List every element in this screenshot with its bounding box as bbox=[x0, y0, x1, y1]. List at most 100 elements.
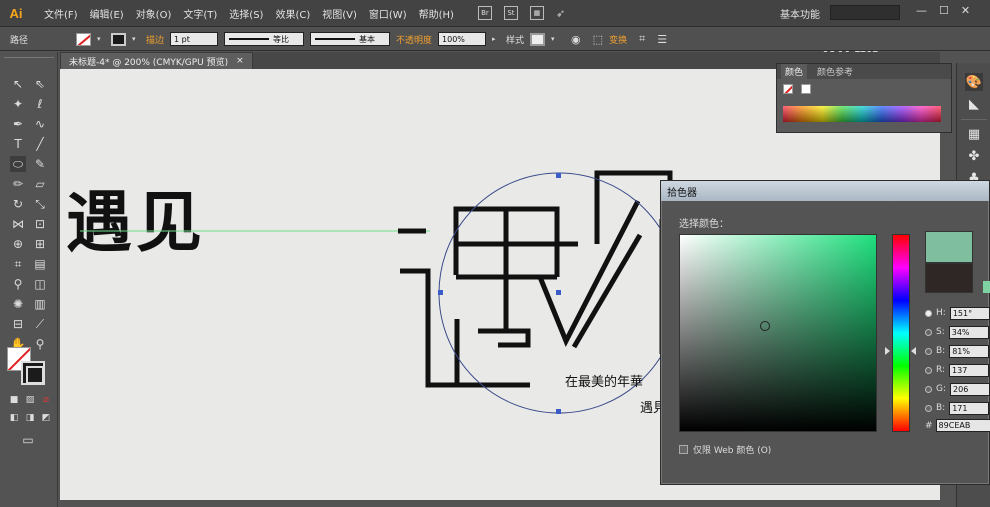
direct-selection-tool-icon[interactable]: ⇖ bbox=[32, 76, 48, 92]
gradient-tool-icon[interactable]: ▤ bbox=[32, 256, 48, 272]
white-swatch[interactable] bbox=[801, 84, 811, 94]
web-only-checkbox[interactable] bbox=[679, 445, 688, 454]
hue-slider-handle-left[interactable] bbox=[885, 347, 890, 355]
ellipse-tool-icon[interactable]: ⬭ bbox=[10, 156, 26, 172]
help-search-input[interactable] bbox=[830, 5, 900, 20]
saturation-input[interactable]: 34% bbox=[948, 325, 989, 339]
graphic-style-swatch[interactable] bbox=[530, 32, 546, 46]
paintbrush-tool-icon[interactable]: ✎ bbox=[32, 156, 48, 172]
brightness-input[interactable]: 81% bbox=[949, 344, 990, 358]
selection-tool-icon[interactable]: ↖ bbox=[10, 76, 26, 92]
close-tab-icon[interactable]: × bbox=[236, 56, 244, 66]
stroke-label[interactable]: 描边 bbox=[146, 33, 164, 46]
stock-icon[interactable]: St bbox=[503, 6, 518, 20]
menu-type[interactable]: 文字(T) bbox=[177, 6, 223, 21]
artwork-subtitle-line1[interactable]: 在最美的年華 bbox=[565, 371, 643, 390]
tab-color-guide[interactable]: 颜色参考 bbox=[817, 65, 853, 78]
type-tool-icon[interactable]: T bbox=[10, 136, 26, 152]
eyedropper-tool-icon[interactable]: ⚲ bbox=[10, 276, 26, 292]
line-tool-icon[interactable]: ╱ bbox=[32, 136, 48, 152]
gradient-mode-icon[interactable]: ▨ bbox=[22, 392, 38, 408]
artboard-tool-icon[interactable]: ⊟ bbox=[10, 316, 26, 332]
pen-tool-icon[interactable]: ✒ bbox=[10, 116, 26, 132]
blue-radio[interactable] bbox=[925, 404, 932, 412]
bridge-icon[interactable]: Br bbox=[477, 6, 492, 20]
blend-tool-icon[interactable]: ◫ bbox=[32, 276, 48, 292]
mesh-tool-icon[interactable]: ⌗ bbox=[10, 256, 26, 272]
menu-edit[interactable]: 编辑(E) bbox=[84, 6, 130, 21]
column-graph-tool-icon[interactable]: ▥ bbox=[32, 296, 48, 312]
opacity-field[interactable]: 100% bbox=[438, 32, 487, 46]
menu-file[interactable]: 文件(F) bbox=[38, 6, 84, 21]
chevron-down-icon[interactable]: ▾ bbox=[97, 33, 105, 46]
red-input[interactable]: 137 bbox=[949, 363, 990, 377]
color-palette-icon[interactable]: 🎨 bbox=[965, 73, 983, 91]
maximize-icon[interactable]: ☐ bbox=[939, 4, 949, 17]
panel-menu-icon[interactable]: ☰ bbox=[657, 33, 667, 46]
green-input[interactable]: 206 bbox=[950, 382, 990, 396]
lasso-tool-icon[interactable]: ℓ bbox=[32, 96, 48, 112]
menu-help[interactable]: 帮助(H) bbox=[413, 6, 460, 21]
recolor-artwork-icon[interactable]: ◉ bbox=[571, 33, 581, 46]
brightness-radio[interactable] bbox=[925, 347, 932, 355]
pencil-tool-icon[interactable]: ✏ bbox=[10, 176, 26, 192]
blue-input[interactable]: 171 bbox=[949, 401, 990, 415]
rotate-tool-icon[interactable]: ↻ bbox=[10, 196, 26, 212]
fill-swatch[interactable] bbox=[76, 32, 91, 46]
green-radio[interactable] bbox=[925, 385, 932, 393]
magic-wand-tool-icon[interactable]: ✦ bbox=[10, 96, 26, 112]
menu-effect[interactable]: 效果(C) bbox=[269, 6, 316, 21]
menu-select[interactable]: 选择(S) bbox=[223, 6, 269, 21]
menu-view[interactable]: 视图(V) bbox=[316, 6, 363, 21]
opacity-label[interactable]: 不透明度 bbox=[396, 33, 432, 46]
draw-behind-icon[interactable]: ◨ bbox=[22, 410, 38, 426]
color-spectrum-bar[interactable] bbox=[783, 106, 941, 122]
isolate-icon[interactable]: ⌗ bbox=[639, 32, 645, 46]
align-icon[interactable]: ⬚ bbox=[593, 33, 603, 46]
swatches-icon[interactable]: ▦ bbox=[965, 125, 983, 143]
color-marker[interactable] bbox=[760, 321, 770, 331]
color-mode-icon[interactable]: ■ bbox=[6, 392, 22, 408]
hue-radio[interactable] bbox=[925, 309, 932, 317]
brush-definition[interactable]: 基本 bbox=[310, 32, 391, 46]
gpu-rocket-icon[interactable]: ➶ bbox=[556, 7, 565, 20]
minimize-icon[interactable]: — bbox=[916, 4, 927, 17]
workspace-switcher[interactable]: 基本功能 bbox=[780, 6, 820, 21]
hue-slider[interactable] bbox=[892, 234, 910, 432]
dialog-title[interactable]: 拾色器 bbox=[661, 181, 989, 201]
symbol-sprayer-tool-icon[interactable]: ✺ bbox=[10, 296, 26, 312]
stroke-weight-field[interactable]: 1 pt bbox=[170, 32, 219, 46]
chevron-down-icon[interactable]: ▾ bbox=[551, 33, 559, 46]
menu-window[interactable]: 窗口(W) bbox=[363, 6, 413, 21]
hue-input[interactable]: 151° bbox=[949, 306, 990, 320]
eraser-tool-icon[interactable]: ▱ bbox=[32, 176, 48, 192]
fill-stroke-control[interactable] bbox=[7, 347, 51, 387]
arrange-documents-icon[interactable]: ▦ bbox=[529, 6, 544, 20]
saturation-brightness-field[interactable] bbox=[679, 234, 877, 432]
screen-mode-icon[interactable]: ▭ bbox=[20, 432, 36, 448]
scale-tool-icon[interactable]: ⤡ bbox=[32, 196, 48, 212]
brushes-icon[interactable]: ✤ bbox=[965, 147, 983, 165]
panel-grip[interactable] bbox=[4, 52, 54, 58]
shape-builder-tool-icon[interactable]: ⊕ bbox=[10, 236, 26, 252]
menu-object[interactable]: 对象(O) bbox=[130, 6, 178, 21]
free-transform-tool-icon[interactable]: ⊡ bbox=[32, 216, 48, 232]
hex-input[interactable]: 89CEAB bbox=[935, 419, 990, 432]
chevron-down-icon[interactable]: ▾ bbox=[132, 33, 140, 46]
web-only-option[interactable]: 仅限 Web 颜色 (O) bbox=[679, 443, 771, 456]
tab-color[interactable]: 颜色 bbox=[781, 64, 808, 79]
slice-tool-icon[interactable]: ⟋ bbox=[32, 316, 48, 332]
red-radio[interactable] bbox=[925, 366, 932, 374]
ok-button-edge[interactable] bbox=[983, 281, 990, 293]
chevron-right-icon[interactable]: ▸ bbox=[492, 33, 500, 46]
hue-slider-handle-right[interactable] bbox=[911, 347, 916, 355]
curvature-tool-icon[interactable]: ∿ bbox=[32, 116, 48, 132]
color-guide-icon[interactable]: ◣ bbox=[965, 95, 983, 113]
close-icon[interactable]: ✕ bbox=[961, 4, 970, 17]
stroke-swatch[interactable] bbox=[111, 32, 126, 46]
document-tab[interactable]: 未标题-4* @ 200% (CMYK/GPU 预览) × bbox=[60, 52, 253, 69]
stroke-swatch-large[interactable] bbox=[21, 361, 45, 385]
transform-label[interactable]: 变换 bbox=[609, 33, 627, 46]
none-swatch[interactable] bbox=[783, 84, 793, 94]
perspective-grid-tool-icon[interactable]: ⊞ bbox=[32, 236, 48, 252]
